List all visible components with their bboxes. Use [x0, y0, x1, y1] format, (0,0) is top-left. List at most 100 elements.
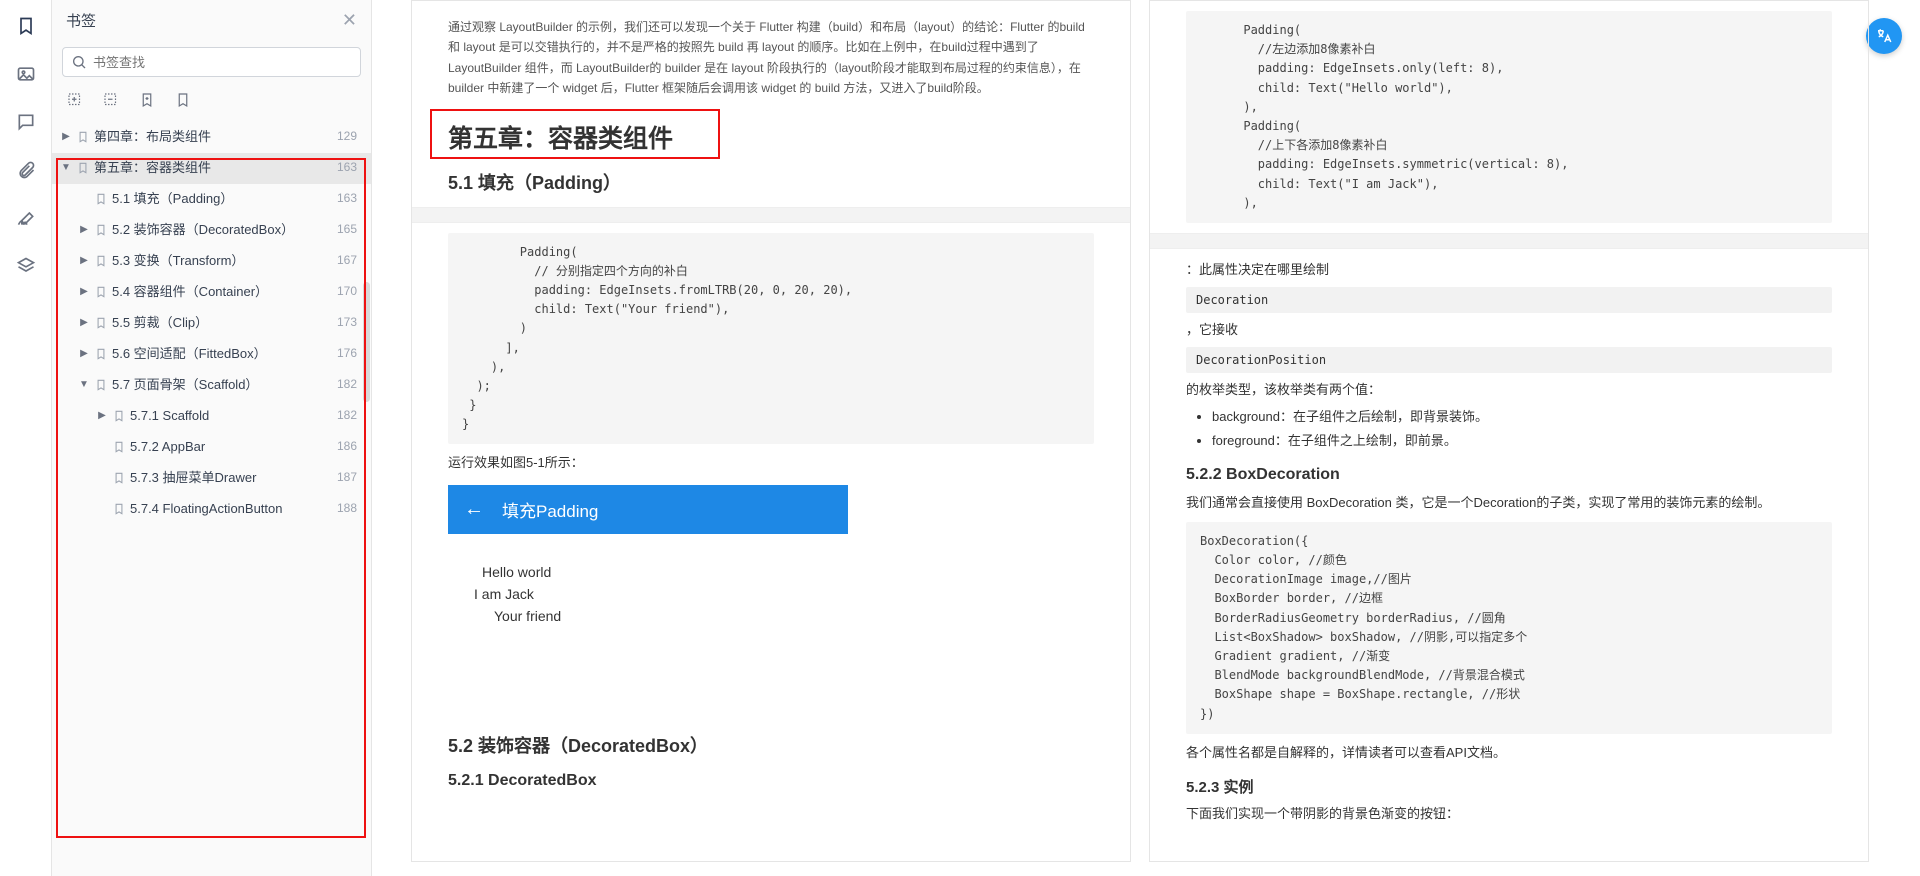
scrollbar-thumb[interactable] [363, 282, 370, 402]
right-para: 我们通常会直接使用 BoxDecoration 类，它是一个Decoration… [1186, 492, 1832, 514]
bookmark-label: 第四章：布局类组件 [94, 128, 211, 146]
list-item: background：在子组件之后绘制，即背景装饰。 [1212, 407, 1832, 428]
bookmark-icon [94, 376, 108, 395]
caret-icon[interactable]: ▶ [78, 286, 90, 297]
expand-add-icon[interactable] [66, 91, 84, 112]
translate-fab[interactable] [1866, 18, 1902, 54]
signature-icon[interactable] [12, 204, 40, 232]
section-5-1: 5.1 填充（Padding） [448, 169, 1094, 195]
bookmark-label: 5.4 容器组件（Container） [112, 283, 268, 301]
enum-list: background：在子组件之后绘制，即背景装饰。 foreground：在子… [1212, 407, 1832, 452]
close-icon[interactable]: ✕ [342, 10, 357, 31]
bookmark-panel: 书签 ✕ ▶ 第四章：布局类组件 129 ▼ 第五章：容器类组件 163 5.1 填充（Pa… [52, 0, 372, 876]
caret-icon[interactable]: ▼ [60, 162, 72, 173]
layers-icon[interactable] [12, 252, 40, 280]
page-gap [412, 207, 1130, 223]
bookmark-icon [112, 500, 126, 519]
collapse-icon[interactable] [102, 91, 120, 112]
bookmark-label: 第五章：容器类组件 [94, 159, 211, 177]
bookmark-icon [94, 345, 108, 364]
bookmark-search[interactable] [62, 47, 361, 77]
shot-line: Hello world [482, 564, 822, 580]
bookmark-page: 163 [337, 160, 357, 174]
document-area[interactable]: 通过观察 LayoutBuilder 的示例，我们还可以发现一个关于 Flutt… [372, 0, 1920, 876]
bookmark-item[interactable]: ▶ 5.2 装饰容器（DecoratedBox） 165 [52, 215, 371, 246]
bookmark-item[interactable]: ▶ 第四章：布局类组件 129 [52, 122, 371, 153]
run-caption: 运行效果如图5-1所示： [448, 452, 1094, 474]
bookmark-page: 188 [337, 501, 357, 515]
bookmark-icon [94, 252, 108, 271]
bookmark-page: 165 [337, 222, 357, 236]
intro-para: 通过观察 LayoutBuilder 的示例，我们还可以发现一个关于 Flutt… [448, 17, 1094, 99]
shot-line: I am Jack [474, 586, 822, 602]
back-arrow-icon: ← [464, 498, 484, 521]
bookmark-icon [112, 438, 126, 457]
bookmark-page: 129 [337, 129, 357, 143]
bookmark-item[interactable]: ▶ 5.7.1 Scaffold 182 [52, 401, 371, 432]
bookmark-icon [94, 283, 108, 302]
panel-title: 书签 [66, 10, 96, 31]
bookmark-add-icon[interactable] [138, 91, 156, 112]
bookmark-item[interactable]: 5.1 填充（Padding）163 [52, 184, 371, 215]
bookmark-label: 5.3 变换（Transform） [112, 252, 244, 270]
page-gap [1150, 233, 1868, 249]
bookmark-item[interactable]: ▼ 第五章：容器类组件 163 [52, 153, 371, 184]
bookmark-page: 182 [337, 408, 357, 422]
bookmark-page: 176 [337, 346, 357, 360]
bookmark-label: 5.7.1 Scaffold [130, 407, 209, 425]
bookmark-item[interactable]: 5.7.3 抽屉菜单Drawer 187 [52, 463, 371, 494]
bookmark-outline-icon[interactable] [174, 91, 192, 112]
bookmark-item[interactable]: ▶5.6 空间适配（FittedBox）176 [52, 339, 371, 370]
right-para: 下面我们实现一个带阴影的背景色渐变的按钮： [1186, 803, 1832, 825]
code-chip: Decoration [1186, 287, 1832, 313]
bookmark-item[interactable]: ▶5.5 剪裁（Clip）173 [52, 308, 371, 339]
bookmark-icon [94, 190, 108, 209]
bookmark-icon [112, 469, 126, 488]
icon-sidebar [0, 0, 52, 876]
chapter-heading: 第五章：容器类组件 [448, 119, 1094, 155]
bookmark-page: 187 [337, 470, 357, 484]
caret-icon[interactable]: ▶ [78, 348, 90, 359]
bookmark-label: 5.2 装饰容器（DecoratedBox） [112, 221, 294, 239]
bookmark-label: 5.1 填充（Padding） [112, 190, 233, 208]
bookmark-item[interactable]: 5.7.4 FloatingActionButton 188 [52, 494, 371, 525]
bookmark-item[interactable]: 5.7.2 AppBar186 [52, 432, 371, 463]
search-icon [71, 54, 87, 70]
caret-icon[interactable]: ▼ [78, 379, 90, 390]
code-right-top: Padding( //左边添加8像素补白 padding: EdgeInsets… [1186, 11, 1832, 223]
page-left: 通过观察 LayoutBuilder 的示例，我们还可以发现一个关于 Flutt… [411, 0, 1131, 862]
caret-icon[interactable]: ▶ [78, 255, 90, 266]
caret-icon[interactable]: ▶ [96, 410, 108, 421]
attachment-icon[interactable] [12, 156, 40, 184]
bookmark-page: 173 [337, 315, 357, 329]
page-right: Padding( //左边添加8像素补白 padding: EdgeInsets… [1149, 0, 1869, 862]
caret-icon[interactable]: ▶ [78, 317, 90, 328]
bookmark-item[interactable]: ▶5.4 容器组件（Container）170 [52, 277, 371, 308]
right-para: ：此属性决定在哪里绘制 [1186, 259, 1832, 281]
right-para: 的枚举类型，该枚举类有两个值： [1186, 379, 1832, 401]
section-5-2-3: 5.2.3 实例 [1186, 776, 1832, 797]
shot-line: Your friend [494, 608, 822, 624]
right-para: ，它接收 [1186, 319, 1832, 341]
comment-icon[interactable] [12, 108, 40, 136]
search-input[interactable] [93, 55, 352, 70]
bookmark-icon[interactable] [12, 12, 40, 40]
bookmark-item[interactable]: ▶5.3 变换（Transform）167 [52, 246, 371, 277]
image-icon[interactable] [12, 60, 40, 88]
bookmark-icon [94, 221, 108, 240]
bookmark-label: 5.7.2 AppBar [130, 438, 205, 456]
caret-icon[interactable]: ▶ [78, 224, 90, 235]
bookmark-label: 5.7.4 FloatingActionButton [130, 500, 283, 518]
bookmark-tree[interactable]: ▶ 第四章：布局类组件 129 ▼ 第五章：容器类组件 163 5.1 填充（Padding… [52, 122, 371, 876]
bookmark-icon [112, 407, 126, 426]
section-5-2: 5.2 装饰容器（DecoratedBox） [448, 732, 1094, 758]
bookmark-page: 182 [337, 377, 357, 391]
bookmark-label: 5.7 页面骨架（Scaffold） [112, 376, 258, 394]
code-chip: DecorationPosition [1186, 347, 1832, 373]
bookmark-label: 5.7.3 抽屉菜单Drawer [130, 469, 256, 487]
section-5-2-1: 5.2.1 DecoratedBox [448, 772, 1094, 790]
caret-icon[interactable]: ▶ [60, 131, 72, 142]
bookmark-tools [52, 85, 371, 122]
bookmark-item[interactable]: ▼ 5.7 页面骨架（Scaffold） 182 [52, 370, 371, 401]
example-appbar: ← 填充Padding [448, 485, 848, 534]
